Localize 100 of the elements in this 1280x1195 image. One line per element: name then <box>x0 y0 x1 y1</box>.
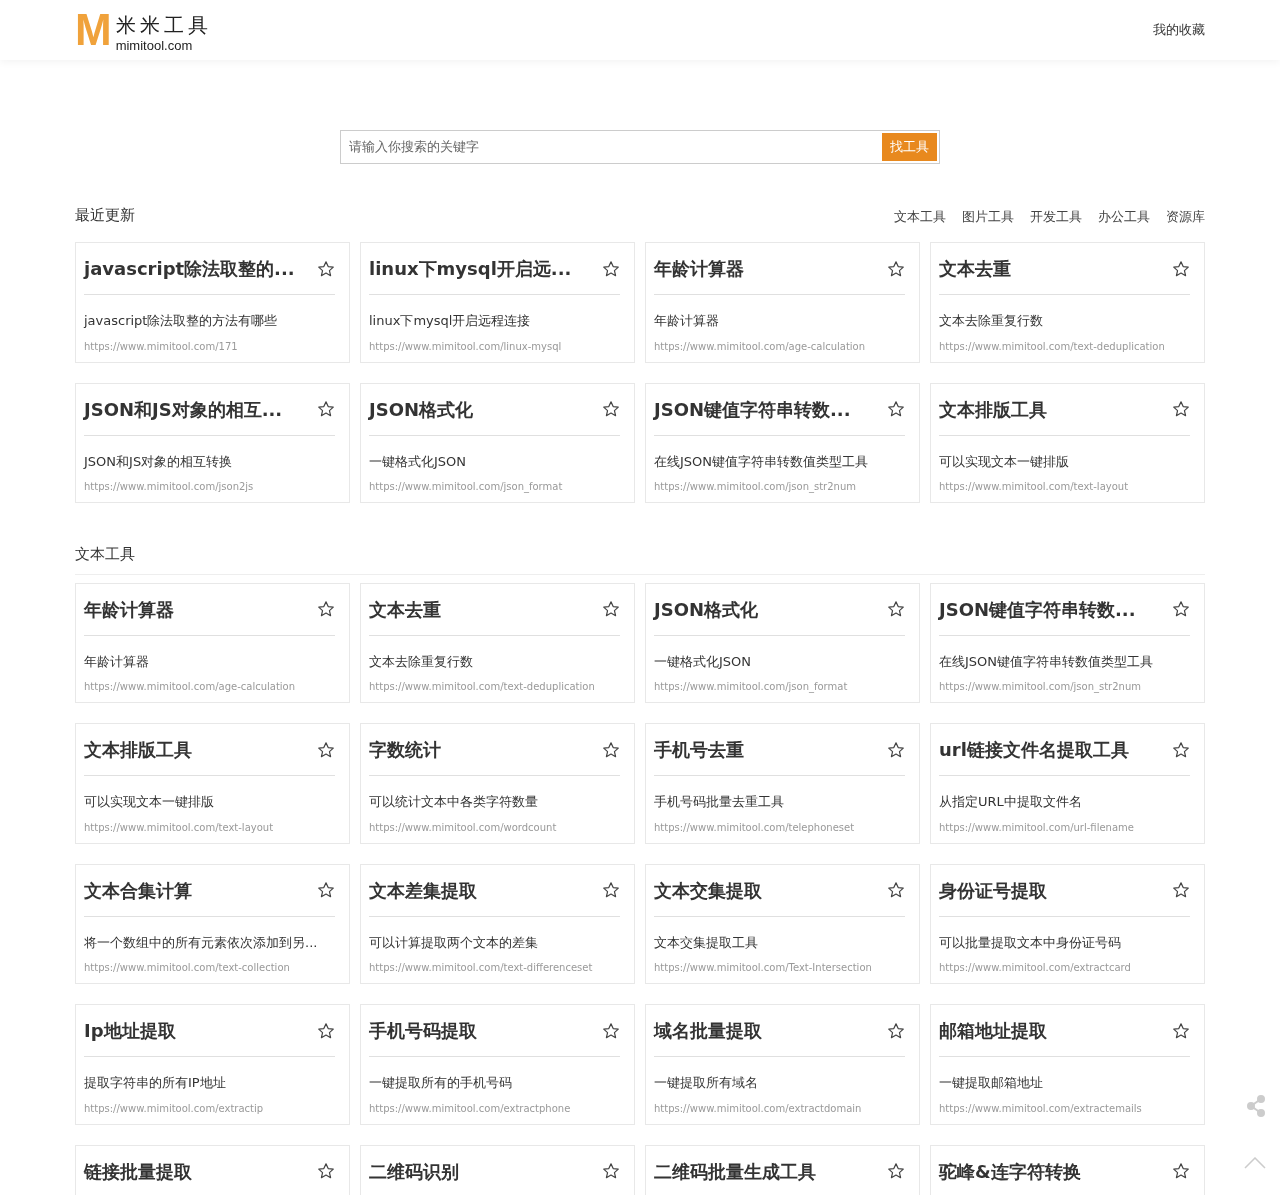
favorites-link[interactable]: 我的收藏 <box>1153 20 1205 40</box>
tool-card[interactable]: 年龄计算器 年龄计算器 https://www.mimitool.com/age-calculation <box>75 582 350 703</box>
card-description: 文本去除重复行数 <box>939 312 1044 330</box>
favorite-star-icon[interactable] <box>317 881 335 899</box>
favorite-star-icon[interactable] <box>887 740 905 759</box>
card-url: https://www.mimitool.com/telephoneset <box>654 820 856 835</box>
logo-letter: M <box>75 8 112 52</box>
tool-card[interactable]: 年龄计算器 年龄计算器 https://www.mimitool.com/age-calculation <box>645 242 920 363</box>
favorite-star-icon[interactable] <box>602 1162 620 1180</box>
card-description: linux下mysql开启远程连接 <box>369 312 532 330</box>
card-title: 链接批量提取 <box>84 1159 192 1184</box>
favorite-star-icon[interactable] <box>1172 740 1190 759</box>
tool-card[interactable]: JSON键值字符串转数... 在线JSON键值字符串转数值类型工具 https://www.mimitool.com/json_str2num <box>645 382 920 503</box>
card-title: JSON格式化 <box>369 397 474 422</box>
tool-card[interactable]: linux下mysql开启远... linux下mysql开启远程连接 https://www.mimitool.com/linux-mysql <box>360 242 635 363</box>
tool-card[interactable]: 文本排版工具 可以实现文本一键排版 https://www.mimitool.com/text-layout <box>930 382 1205 503</box>
tool-card[interactable]: Ip地址提取 提取字符串的所有IP地址 https://www.mimitool.com/extractip <box>75 1004 350 1125</box>
favorite-star-icon[interactable] <box>887 400 905 418</box>
category-link[interactable]: 文本工具 <box>894 206 946 226</box>
card-description: 文本去除重复行数 <box>369 652 474 671</box>
card-url: https://www.mimitool.com/text-differenceset <box>369 961 594 975</box>
favorite-star-icon[interactable] <box>602 400 620 418</box>
tool-card[interactable]: 身份证号提取 可以批量提取文本中身份证号码 https://www.mimitool.com/extractcard <box>930 863 1205 984</box>
card-title: JSON格式化 <box>654 597 759 622</box>
category-link[interactable]: 资源库 <box>1166 206 1205 226</box>
favorite-star-icon[interactable] <box>602 259 620 278</box>
favorite-star-icon[interactable] <box>602 600 620 618</box>
tool-card[interactable]: 文本差集提取 可以计算提取两个文本的差集 https://www.mimitool.com/text-differenceset <box>360 863 635 984</box>
favorite-star-icon[interactable] <box>887 600 905 618</box>
tool-card[interactable]: 文本合集计算 将一个数组中的所有元素依次添加到另... https://www.mimitool.com/text-collection <box>75 863 350 984</box>
category-link[interactable]: 开发工具 <box>1030 206 1082 226</box>
card-title: javascript除法取整的... <box>84 257 295 281</box>
favorite-star-icon[interactable] <box>317 1021 335 1040</box>
favorite-star-icon[interactable] <box>1172 259 1190 278</box>
card-description: 提取字符串的所有IP地址 <box>84 1074 227 1092</box>
tool-card[interactable]: JSON键值字符串转数... 在线JSON键值字符串转数值类型工具 https://www.mimitool.com/json_str2num <box>930 582 1205 703</box>
favorite-star-icon[interactable] <box>317 600 335 618</box>
tool-card[interactable]: 二维码识别 <box>360 1144 635 1195</box>
card-url: https://www.mimitool.com/json_format <box>369 480 564 494</box>
tool-card[interactable]: 文本去重 文本去除重复行数 https://www.mimitool.com/text-deduplication <box>360 582 635 703</box>
card-url: https://www.mimitool.com/extractip <box>84 1101 265 1116</box>
tool-card[interactable]: JSON和JS对象的相互... JSON和JS对象的相互转换 https://www.mimitool.com/json2js <box>75 382 350 503</box>
card-description: 年龄计算器 <box>654 312 720 330</box>
favorite-star-icon[interactable] <box>887 1162 905 1180</box>
tool-card[interactable]: 二维码批量生成工具 <box>645 1144 920 1195</box>
category-link[interactable]: 办公工具 <box>1098 206 1150 226</box>
tool-card[interactable]: javascript除法取整的... javascript除法取整的方法有哪些 https://www.mimitool.com/171 <box>75 242 350 363</box>
favorite-star-icon[interactable] <box>1172 600 1190 618</box>
favorite-star-icon[interactable] <box>887 259 905 278</box>
card-url: https://www.mimitool.com/text-deduplication <box>369 680 596 694</box>
favorite-star-icon[interactable] <box>1172 1021 1190 1040</box>
favorite-star-icon[interactable] <box>1172 881 1190 899</box>
favorite-star-icon[interactable] <box>1172 400 1190 418</box>
tool-card[interactable]: 手机号去重 手机号码批量去重工具 https://www.mimitool.com/telephoneset <box>645 723 920 844</box>
tool-card[interactable]: 链接批量提取 <box>75 1144 350 1195</box>
card-title: 邮箱地址提取 <box>939 1019 1047 1043</box>
card-url: https://www.mimitool.com/json2js <box>84 480 255 494</box>
favorite-star-icon[interactable] <box>317 400 335 418</box>
tool-card[interactable]: 文本去重 文本去除重复行数 https://www.mimitool.com/text-deduplication <box>930 242 1205 363</box>
card-description: 可以实现文本一键排版 <box>84 793 215 811</box>
tool-card[interactable]: JSON格式化 一键格式化JSON https://www.mimitool.com/json_format <box>360 382 635 503</box>
favorite-star-icon[interactable] <box>602 1021 620 1040</box>
card-url: https://www.mimitool.com/age-calculation <box>654 339 867 354</box>
card-description: JSON和JS对象的相互转换 <box>84 452 234 471</box>
card-url: https://www.mimitool.com/url-filename <box>939 820 1135 835</box>
favorite-star-icon[interactable] <box>317 1162 335 1180</box>
tool-card[interactable]: 手机号码提取 一键提取所有的手机号码 https://www.mimitool.com/extractphone <box>360 1004 635 1125</box>
favorite-star-icon[interactable] <box>602 740 620 759</box>
card-url: https://www.mimitool.com/linux-mysql <box>369 339 563 354</box>
card-title: 二维码批量生成工具 <box>654 1159 816 1184</box>
tool-card[interactable]: url链接文件名提取工具 从指定URL中提取文件名 https://www.mimitool.com/url-filename <box>930 723 1205 844</box>
card-description: 可以实现文本一键排版 <box>939 452 1070 471</box>
tool-card[interactable]: 字数统计 可以统计文本中各类字符数量 https://www.mimitool.com/wordcount <box>360 723 635 844</box>
favorite-star-icon[interactable] <box>887 1021 905 1040</box>
category-link[interactable]: 图片工具 <box>962 206 1014 226</box>
favorite-star-icon[interactable] <box>317 740 335 759</box>
tool-card[interactable]: JSON格式化 一键格式化JSON https://www.mimitool.com/json_format <box>645 582 920 703</box>
favorite-star-icon[interactable] <box>887 881 905 899</box>
card-title: 二维码识别 <box>369 1159 459 1184</box>
favorite-star-icon[interactable] <box>1172 1162 1190 1180</box>
favorite-star-icon[interactable] <box>317 259 335 278</box>
card-url: https://www.mimitool.com/wordcount <box>369 820 558 835</box>
favorite-star-icon[interactable] <box>602 881 620 899</box>
tool-card[interactable]: 文本排版工具 可以实现文本一键排版 https://www.mimitool.com/text-layout <box>75 723 350 844</box>
card-url: https://www.mimitool.com/Text-Intersection <box>654 961 873 975</box>
card-title: 字数统计 <box>369 738 441 762</box>
tool-card[interactable]: 域名批量提取 一键提取所有域名 https://www.mimitool.com/extractdomain <box>645 1004 920 1125</box>
card-description: 一键提取所有域名 <box>654 1074 759 1092</box>
card-url: https://www.mimitool.com/json_format <box>654 680 849 694</box>
tool-card[interactable]: 文本交集提取 文本交集提取工具 https://www.mimitool.com/Text-Intersection <box>645 863 920 984</box>
card-url: https://www.mimitool.com/text-layout <box>939 480 1130 494</box>
card-url: https://www.mimitool.com/extractphone <box>369 1101 572 1116</box>
card-description: 将一个数组中的所有元素依次添加到另... <box>84 933 319 952</box>
card-title: url链接文件名提取工具 <box>939 738 1129 762</box>
card-title: 文本排版工具 <box>84 738 192 762</box>
tool-card[interactable]: 邮箱地址提取 一键提取邮箱地址 https://www.mimitool.com/extractemails <box>930 1004 1205 1125</box>
tool-card[interactable]: 驼峰&连字符转换 <box>930 1144 1205 1195</box>
card-description: 在线JSON键值字符串转数值类型工具 <box>939 652 1155 671</box>
card-url: https://www.mimitool.com/json_str2num <box>939 680 1142 694</box>
card-title: JSON键值字符串转数... <box>654 397 851 422</box>
